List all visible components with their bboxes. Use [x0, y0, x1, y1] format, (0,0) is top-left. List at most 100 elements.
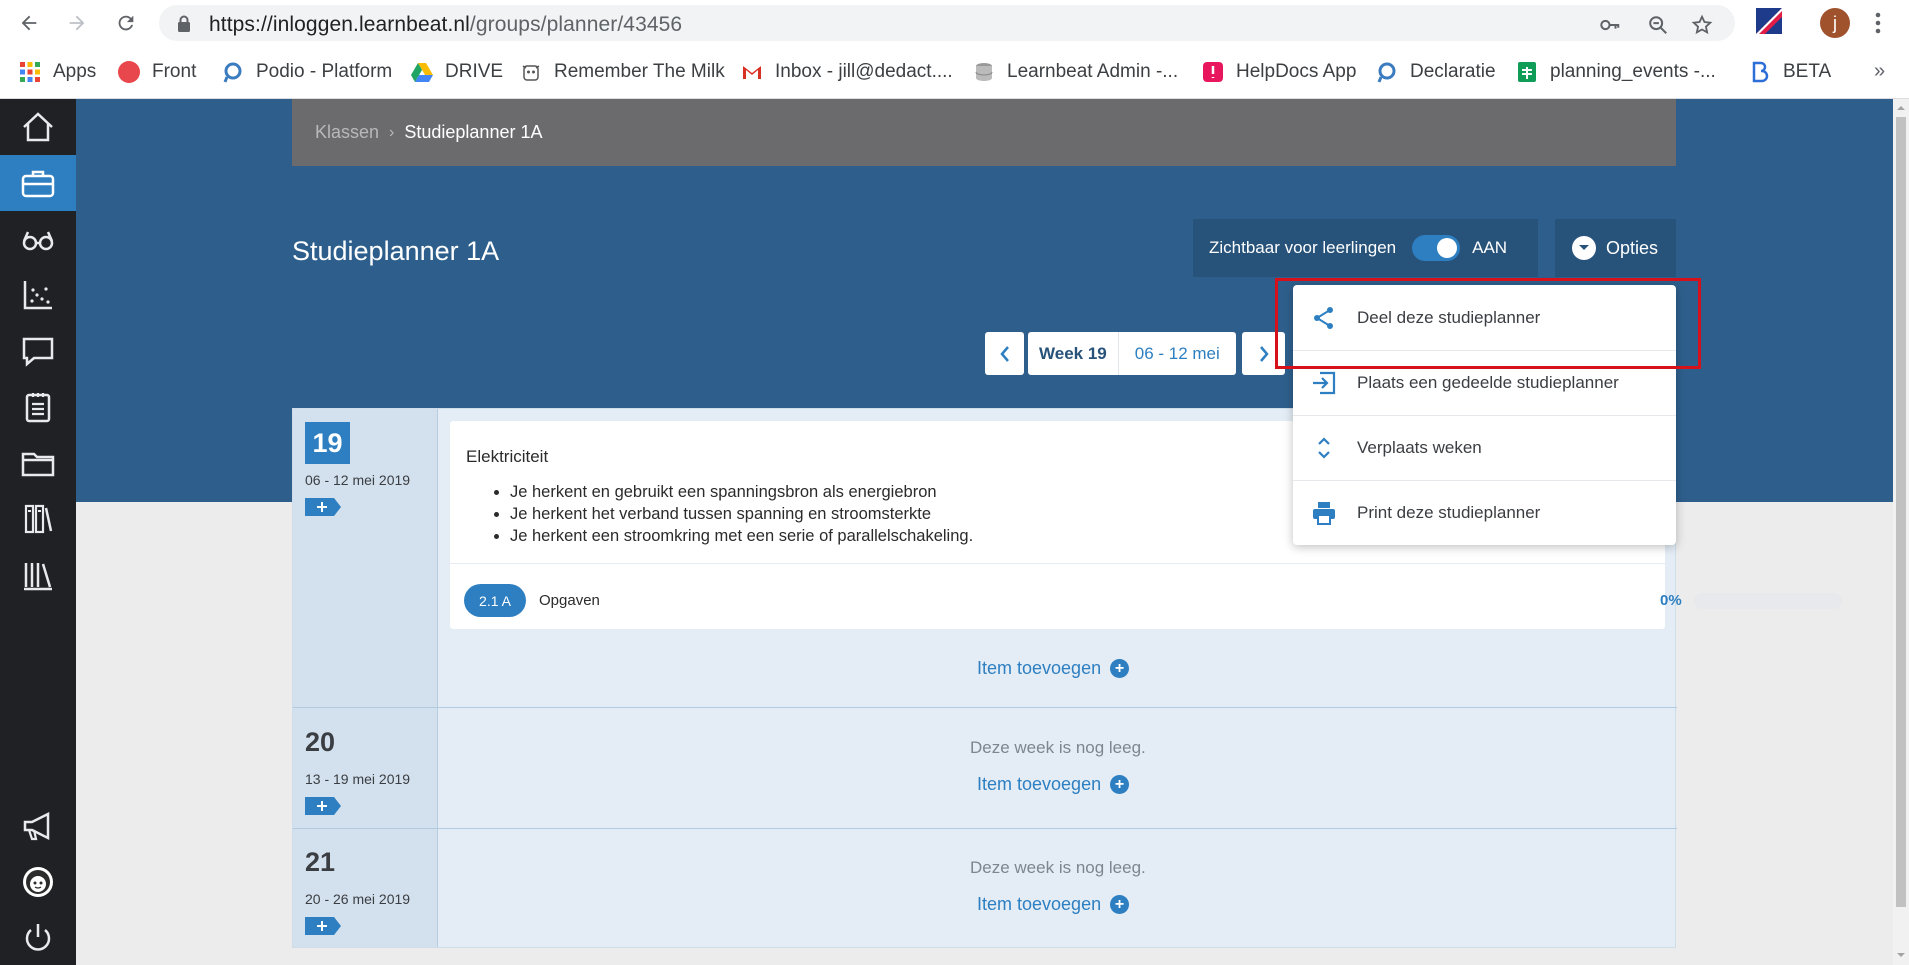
bookmark-remember-the-milk[interactable]: Remember The Milk [520, 58, 725, 86]
reload-icon [118, 15, 134, 31]
plus-circle-icon: + [1110, 775, 1130, 794]
sheets-logo-icon [1518, 62, 1536, 82]
rail-item-profile[interactable] [0, 854, 76, 910]
add-week-item-tag-icon[interactable] [305, 797, 341, 815]
glasses-icon [22, 231, 54, 251]
bookmark-label: Front [152, 61, 197, 82]
chevron-down-icon [1572, 236, 1596, 260]
week-dates: 13 - 19 mei 2019 [305, 771, 411, 787]
beta-logo-icon [1752, 61, 1769, 83]
bookmark-label: Podio - Platform [256, 61, 393, 82]
clipboard-icon [25, 393, 51, 423]
address-bar[interactable]: https://inloggen.learnbeat.nl/groups/pla… [159, 5, 1735, 41]
breadcrumb-current: Studieplanner 1A [404, 122, 543, 142]
forward-button[interactable] [62, 8, 92, 38]
back-button[interactable] [14, 8, 44, 38]
rail-item-logout[interactable] [0, 910, 76, 965]
breadcrumb-link-classes[interactable]: Klassen [315, 122, 379, 143]
add-week-item-tag-icon[interactable] [305, 917, 341, 935]
visibility-toggle-group: Zichtbaar voor leerlingen AAN [1193, 219, 1538, 277]
arrow-left-icon [21, 15, 37, 31]
home-icon [23, 112, 53, 142]
plus-circle-icon: + [1110, 659, 1130, 678]
briefcase-icon [21, 170, 55, 198]
scroll-down-arrow-icon[interactable] [1896, 950, 1906, 960]
rail-item-home[interactable] [0, 99, 76, 155]
bookmark-label: HelpDocs App [1236, 61, 1357, 82]
visibility-label: Zichtbaar voor leerlingen [1209, 238, 1397, 257]
week-dates: 06 - 12 mei 2019 [305, 472, 411, 488]
star-icon[interactable] [1691, 14, 1713, 36]
bookmark-learnbeat-admin[interactable]: Learnbeat Admin -... [973, 58, 1178, 86]
week-selector[interactable]: Week 19 06 - 12 mei [1028, 332, 1236, 375]
rail-item-announcements[interactable] [0, 798, 76, 854]
books-stack-icon [24, 504, 53, 534]
add-item-button[interactable]: Item toevoegen + [977, 774, 1130, 795]
rail-item-classes[interactable] [0, 155, 76, 211]
url-host: https://inloggen.learnbeat.nl [209, 13, 470, 36]
menu-item-label: Verplaats weken [1357, 437, 1482, 457]
rail-item-methods[interactable] [0, 491, 76, 547]
rail-item-messages[interactable] [0, 323, 76, 379]
visibility-toggle[interactable] [1412, 235, 1461, 261]
progress-bar [1694, 593, 1842, 609]
highlight-annotation [1275, 278, 1701, 369]
rail-item-results[interactable] [0, 267, 76, 323]
helpdocs-logo-icon [1203, 62, 1223, 82]
bookmark-declaratie[interactable]: Declaratie [1376, 58, 1496, 86]
scroll-up-arrow-icon[interactable] [1896, 103, 1906, 113]
move-vertical-icon [1318, 436, 1330, 459]
app-sidebar [0, 99, 76, 965]
profile-avatar[interactable]: j [1820, 8, 1850, 38]
rail-item-files[interactable] [0, 435, 76, 491]
key-icon[interactable] [1599, 14, 1621, 36]
add-item-button[interactable]: Item toevoegen + [977, 894, 1130, 915]
power-icon [25, 924, 51, 951]
avatar-icon [23, 867, 53, 897]
add-item-button[interactable]: Item toevoegen + [977, 658, 1130, 679]
plus-circle-icon: + [1110, 895, 1130, 914]
bookmark-apps[interactable]: Apps [19, 58, 96, 86]
browser-menu-icon[interactable] [1870, 10, 1886, 36]
week-number: 21 [305, 847, 336, 877]
bookmark-drive[interactable]: DRIVE [411, 58, 503, 86]
url-path: /groups/planner/43456 [469, 13, 683, 36]
folder-icon [21, 452, 55, 477]
print-icon [1313, 501, 1335, 525]
learning-goal: Je herkent en gebruikt een spanningsbron… [510, 481, 973, 503]
bookmark-planning-events[interactable]: planning_events -... [1516, 58, 1716, 86]
bookmarks-overflow-button[interactable]: » [1874, 60, 1885, 83]
reload-button[interactable] [111, 8, 141, 38]
item-title: Elektriciteit [466, 447, 549, 466]
empty-week-text: Deze week is nog leeg. [970, 738, 1146, 757]
week-number: 20 [305, 727, 336, 757]
bookmark-helpdocs[interactable]: HelpDocs App [1202, 58, 1356, 86]
browser-toolbar: https://inloggen.learnbeat.nl/groups/pla… [0, 0, 1909, 46]
bookmark-front[interactable]: Front [118, 58, 196, 86]
bookmark-label: Learnbeat Admin -... [1007, 61, 1179, 82]
front-logo-icon [118, 61, 140, 83]
lock-icon [178, 15, 190, 32]
paragraph-chip[interactable]: 2.1 A [464, 584, 526, 617]
bookmark-podio[interactable]: Podio - Platform [222, 58, 392, 86]
zoom-icon[interactable] [1647, 14, 1669, 36]
menu-item-label: Print deze studieplanner [1357, 502, 1541, 522]
rail-item-tasks[interactable] [0, 379, 76, 435]
menu-item-move-weeks[interactable]: Verplaats weken [1293, 415, 1676, 480]
rail-item-review[interactable] [0, 211, 76, 267]
breadcrumb: Klassen › Studieplanner 1A [292, 99, 1676, 166]
menu-item-print-planner[interactable]: Print deze studieplanner [1293, 480, 1676, 545]
add-item-label: Item toevoegen [977, 774, 1102, 794]
scrollbar-thumb[interactable] [1896, 117, 1906, 907]
divider [450, 563, 1665, 564]
chevron-right-icon: › [389, 123, 395, 141]
options-button[interactable]: Opties [1555, 219, 1676, 277]
rail-item-library[interactable] [0, 547, 76, 603]
extension-flag-icon[interactable] [1756, 8, 1782, 34]
bookmark-beta[interactable]: BETA [1749, 58, 1831, 86]
add-week-item-tag-icon[interactable] [305, 498, 341, 516]
drive-logo-icon [411, 63, 433, 82]
previous-week-button[interactable] [985, 332, 1024, 375]
bookmark-inbox[interactable]: Inbox - jill@dedact.... [741, 58, 953, 86]
url-text: https://inloggen.learnbeat.nl/groups/pla… [209, 13, 682, 37]
